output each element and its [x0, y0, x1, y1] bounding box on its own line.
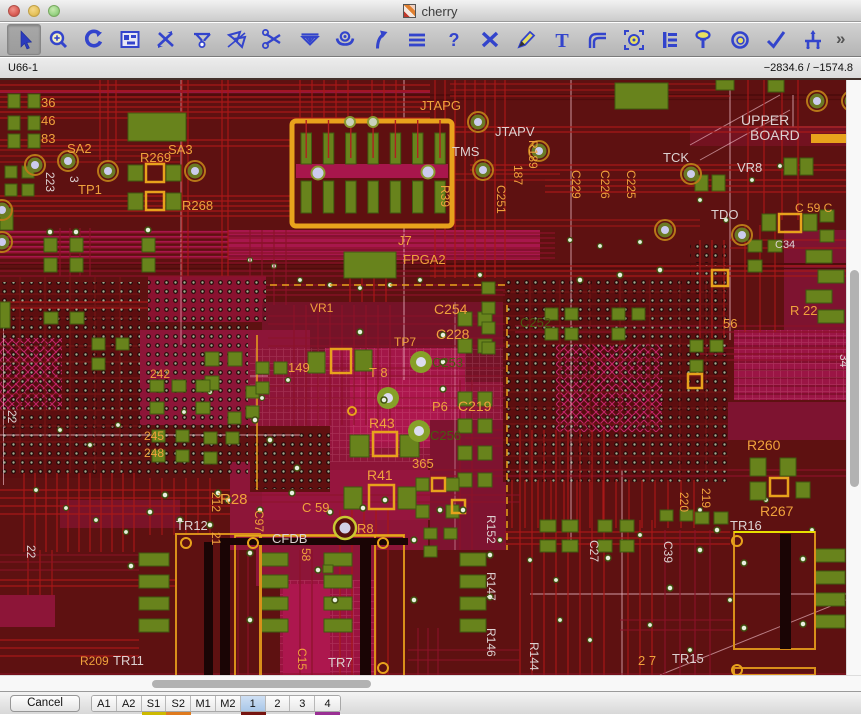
svg-text:C251: C251: [494, 185, 508, 214]
svg-text:C252: C252: [520, 315, 551, 330]
svg-text:C254: C254: [434, 301, 468, 317]
svg-text:TR16: TR16: [730, 518, 762, 533]
svg-text:TR7: TR7: [328, 655, 353, 670]
svg-text:TDO: TDO: [711, 207, 738, 222]
svg-text:R209: R209: [80, 654, 109, 668]
svg-text:223: 223: [43, 172, 57, 192]
svg-text:C 59: C 59: [302, 500, 329, 515]
svg-text:R189: R189: [526, 140, 540, 169]
svg-text:R152: R152: [484, 515, 498, 544]
svg-text:T 8: T 8: [369, 365, 388, 380]
svg-text:R260: R260: [747, 437, 781, 453]
svg-text:R8: R8: [357, 521, 374, 536]
svg-text:TP7: TP7: [394, 335, 416, 349]
svg-text:?: ?: [448, 30, 459, 50]
svg-text:JTAPV: JTAPV: [495, 124, 535, 139]
svg-text:C253: C253: [432, 355, 463, 370]
svg-text:242: 242: [150, 367, 170, 381]
svg-text:22: 22: [5, 410, 19, 424]
svg-text:SA3: SA3: [168, 142, 193, 157]
svg-text:22: 22: [24, 545, 38, 559]
svg-text:36: 36: [41, 95, 55, 110]
svg-text:CFDB: CFDB: [272, 531, 307, 546]
svg-text:187: 187: [511, 165, 525, 185]
svg-text:56: 56: [723, 316, 737, 331]
svg-text:R147: R147: [484, 572, 498, 601]
svg-text:C15: C15: [295, 648, 309, 670]
svg-text:R269: R269: [140, 150, 171, 165]
svg-text:C97: C97: [252, 510, 266, 532]
svg-text:149: 149: [288, 360, 310, 375]
svg-text:R267: R267: [760, 503, 794, 519]
svg-text:C219: C219: [458, 398, 492, 414]
svg-text:R39: R39: [438, 185, 452, 207]
svg-text:TR11: TR11: [113, 653, 144, 668]
svg-text:T: T: [555, 30, 569, 52]
svg-text:R28: R28: [220, 491, 248, 508]
svg-text:C39: C39: [661, 541, 675, 563]
svg-text:R43: R43: [369, 415, 395, 431]
svg-text:TR15: TR15: [672, 651, 704, 666]
svg-text:21: 21: [209, 532, 223, 546]
svg-text:C34: C34: [775, 239, 795, 251]
svg-text:R268: R268: [182, 198, 213, 213]
svg-text:TCK: TCK: [663, 150, 689, 165]
svg-text:VR1: VR1: [310, 301, 334, 315]
svg-text:P6: P6: [432, 399, 448, 414]
svg-text:2 7: 2 7: [638, 653, 656, 668]
svg-text:J7: J7: [398, 233, 412, 248]
svg-text:UPPER: UPPER: [741, 112, 789, 128]
svg-text:R 22: R 22: [790, 303, 817, 318]
svg-text:R41: R41: [367, 467, 393, 483]
svg-text:248: 248: [144, 446, 164, 460]
svg-text:83: 83: [41, 131, 55, 146]
svg-text:SA2: SA2: [67, 141, 92, 156]
svg-text:C256: C256: [430, 428, 461, 443]
svg-text:220: 220: [677, 492, 691, 512]
svg-text:C228: C228: [436, 326, 470, 342]
svg-text:365: 365: [412, 456, 434, 471]
svg-text:212: 212: [209, 492, 223, 512]
svg-text:46: 46: [41, 113, 55, 128]
svg-text:245: 245: [144, 429, 164, 443]
svg-text:VR8: VR8: [737, 160, 762, 175]
svg-text:FPGA2: FPGA2: [403, 252, 446, 267]
svg-text:58: 58: [299, 548, 313, 562]
svg-text:219: 219: [699, 488, 713, 508]
svg-text:C229: C229: [569, 170, 583, 199]
svg-text:TMS: TMS: [452, 144, 480, 159]
svg-text:JTAPG: JTAPG: [420, 98, 461, 113]
svg-text:TP1: TP1: [78, 182, 102, 197]
svg-text:C225: C225: [624, 170, 638, 199]
svg-text:BOARD: BOARD: [750, 127, 800, 143]
svg-text:34: 34: [837, 354, 846, 368]
svg-text:TR12: TR12: [176, 518, 208, 533]
svg-text:R144: R144: [527, 642, 541, 671]
svg-text:R146: R146: [484, 628, 498, 657]
svg-text:C226: C226: [598, 170, 612, 199]
svg-text:C 59 C: C 59 C: [795, 201, 833, 215]
svg-text:C27: C27: [587, 540, 601, 562]
